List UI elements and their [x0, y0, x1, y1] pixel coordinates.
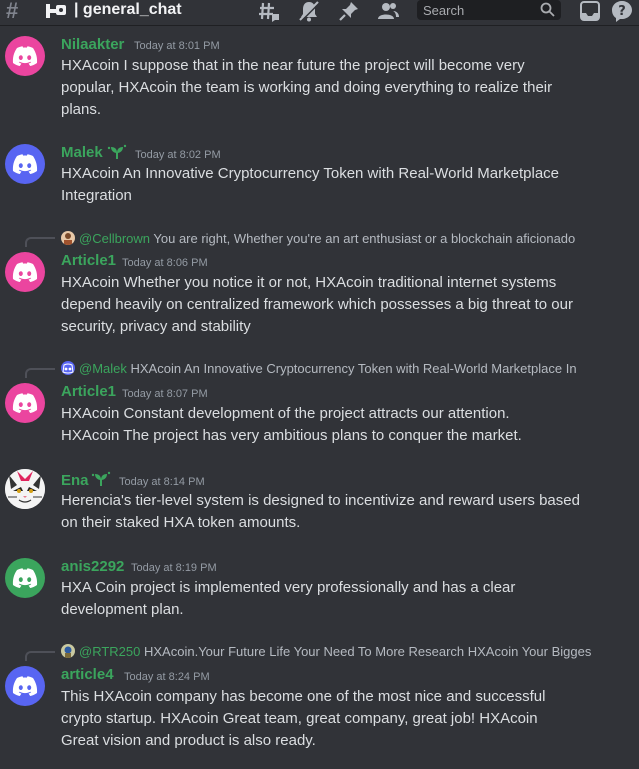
username[interactable]: article4: [61, 666, 114, 684]
username[interactable]: Article1: [61, 383, 116, 401]
message-line: depend heavily on centralized framework …: [61, 296, 573, 313]
chat-message: @RTR250 HXAcoin.Your Future Life Your Ne…: [0, 643, 639, 763]
message-line: Great vision and product is also ready.: [61, 732, 316, 749]
message-line: HXA Coin project is implemented very pro…: [61, 579, 516, 596]
reply-spine: [25, 237, 55, 247]
username[interactable]: Malek: [61, 144, 103, 162]
reply-spine: [25, 368, 55, 378]
chat-message: @Malek HXAcoin An Innovative Cryptocurre…: [0, 360, 639, 450]
timestamp: Today at 8:24 PM: [124, 671, 210, 683]
avatar[interactable]: [5, 666, 45, 706]
message-line: plans.: [61, 101, 102, 118]
sprout-badge-icon: [91, 471, 111, 486]
message-content: HXA Coin project is implemented very pro…: [61, 577, 631, 621]
message-content: HXAcoin Constant development of the proj…: [61, 403, 631, 447]
discord-logo-icon: [12, 676, 38, 696]
member-list-icon[interactable]: [377, 0, 399, 22]
notifications-muted-icon[interactable]: [298, 0, 320, 22]
avatar[interactable]: [5, 383, 45, 423]
reply-text: HXAcoin.Your Future Life Your Need To Mo…: [144, 644, 592, 659]
message-line: HXAcoin Whether you notice it or not, HX…: [61, 274, 557, 291]
chat-message: Malek Today at 8:02 PM HXAcoin An Innova…: [0, 142, 639, 212]
message-content: Herencia's tier-level system is designed…: [61, 490, 631, 534]
search-icon: [540, 2, 555, 17]
cat-face-icon: [5, 469, 45, 509]
pinned-messages-icon[interactable]: [338, 0, 360, 22]
chat-message: @Cellbrown You are right, Whether you're…: [0, 229, 639, 339]
reply-author[interactable]: @Malek: [79, 361, 127, 376]
reply-avatar: [61, 644, 75, 658]
avatar[interactable]: [5, 558, 45, 598]
reply-preview[interactable]: @RTR250 HXAcoin.Your Future Life Your Ne…: [61, 644, 595, 660]
message-content: HXAcoin An Innovative Cryptocurrency Tok…: [61, 163, 631, 207]
server-emblem-icon: [46, 4, 66, 18]
username[interactable]: Ena: [61, 472, 89, 490]
message-line: Herencia's tier-level system is designed…: [61, 492, 580, 509]
search-input[interactable]: [417, 0, 535, 20]
message-line: HXAcoin Constant development of the proj…: [61, 405, 510, 422]
username[interactable]: Nilaakter: [61, 36, 124, 54]
inbox-icon[interactable]: [579, 0, 601, 22]
reply-text: HXAcoin An Innovative Cryptocurrency Tok…: [130, 361, 577, 376]
avatar[interactable]: [5, 36, 45, 76]
discord-logo-icon: [12, 568, 38, 588]
message-line: security, privacy and stability: [61, 318, 251, 335]
message-line: on their staked HXA token amounts.: [61, 514, 301, 531]
message-line: HXAcoin An Innovative Cryptocurrency Tok…: [61, 165, 560, 182]
message-line: This HXAcoin company has become one of t…: [61, 688, 546, 705]
message-content: This HXAcoin company has become one of t…: [61, 686, 631, 752]
discord-logo-icon: [12, 393, 38, 413]
reply-avatar: [61, 231, 75, 245]
timestamp: Today at 8:06 PM: [122, 257, 208, 269]
timestamp: Today at 8:19 PM: [131, 562, 217, 574]
message-line: HXAcoin I suppose that in the near futur…: [61, 57, 525, 74]
message-line: Integration: [61, 187, 132, 204]
threads-hash-icon[interactable]: #: [6, 0, 18, 22]
message-line: crypto startup. HXAcoin Great team, grea…: [61, 710, 538, 727]
message-content: HXAcoin I suppose that in the near futur…: [61, 55, 631, 121]
avatar[interactable]: [5, 144, 45, 184]
message-line: popular, HXAcoin the team is working and…: [61, 79, 553, 96]
avatar[interactable]: [5, 469, 45, 509]
channel-header: # | general_chat ?: [0, 0, 639, 26]
svg-text:?: ?: [618, 4, 626, 19]
discord-logo-icon: [12, 154, 38, 174]
search-box[interactable]: [417, 0, 561, 20]
username[interactable]: Article1: [61, 252, 116, 270]
message-content: HXAcoin Whether you notice it or not, HX…: [61, 272, 631, 338]
username[interactable]: anis2292: [61, 558, 124, 576]
reply-text: You are right, Whether you're an art ent…: [153, 231, 576, 246]
message-line: development plan.: [61, 601, 184, 618]
reply-preview[interactable]: @Cellbrown You are right, Whether you're…: [61, 231, 595, 247]
channel-name: | general_chat: [74, 1, 182, 18]
timestamp: Today at 8:14 PM: [119, 476, 205, 488]
reply-author[interactable]: @Cellbrown: [79, 231, 150, 246]
timestamp: Today at 8:02 PM: [135, 149, 221, 161]
discord-logo-icon: [12, 46, 38, 66]
chat-message: anis2292 Today at 8:19 PM HXA Coin proje…: [0, 556, 639, 626]
message-line: HXAcoin The project has very ambitious p…: [61, 427, 522, 444]
timestamp: Today at 8:01 PM: [134, 40, 220, 52]
discord-logo-icon: [12, 262, 38, 282]
help-icon[interactable]: ?: [611, 0, 633, 22]
reply-spine: [25, 651, 55, 661]
reply-preview[interactable]: @Malek HXAcoin An Innovative Cryptocurre…: [61, 361, 595, 377]
threads-icon[interactable]: [258, 0, 280, 22]
reply-avatar: [61, 361, 75, 375]
avatar[interactable]: [5, 252, 45, 292]
reply-author[interactable]: @RTR250: [79, 644, 140, 659]
sprout-badge-icon: [107, 144, 127, 159]
chat-message: Ena Today at 8:14 PM Herencia's tier-lev…: [0, 469, 639, 539]
chat-message: Nilaakter Today at 8:01 PM HXAcoin I sup…: [0, 32, 639, 118]
timestamp: Today at 8:07 PM: [122, 388, 208, 400]
